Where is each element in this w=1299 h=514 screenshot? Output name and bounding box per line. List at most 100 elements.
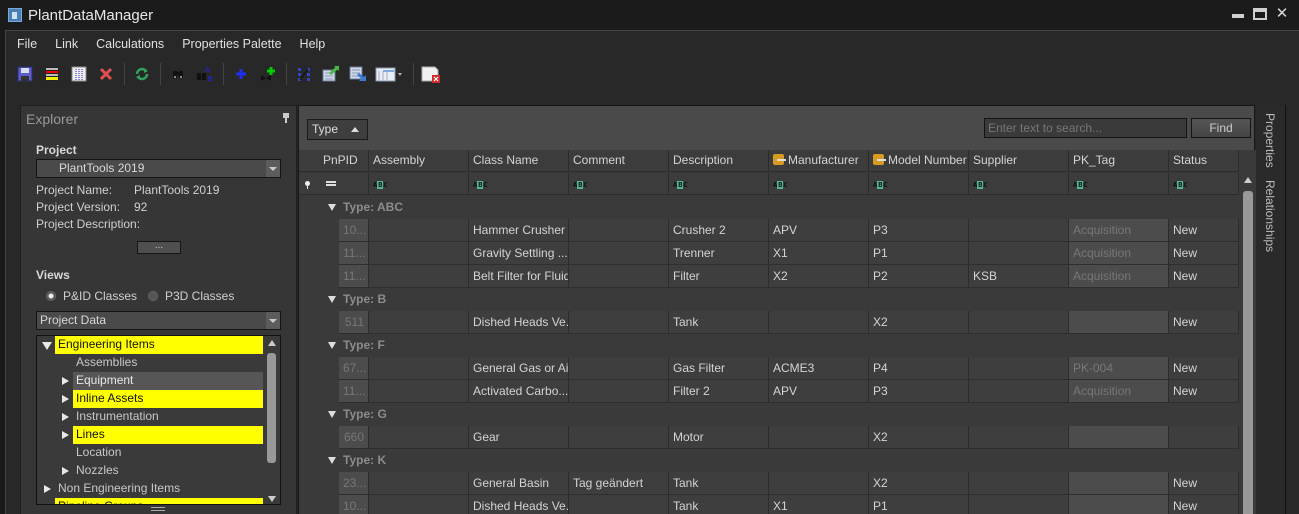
table-cell[interactable]: New bbox=[1169, 265, 1239, 288]
group-row[interactable]: Type: K bbox=[319, 449, 1239, 472]
table-cell[interactable]: Gas Filter bbox=[669, 357, 769, 380]
filter-cell[interactable]: ABC bbox=[469, 173, 569, 194]
table-cell[interactable]: Motor bbox=[669, 426, 769, 449]
table-cell[interactable]: Trenner bbox=[669, 242, 769, 265]
search-input[interactable] bbox=[984, 118, 1187, 138]
table-cell[interactable]: Tag geändert bbox=[569, 472, 669, 495]
table-cell[interactable]: P1 bbox=[869, 242, 969, 265]
table-cell[interactable] bbox=[569, 380, 669, 403]
table-cell[interactable]: 11... bbox=[339, 380, 369, 403]
table-cell[interactable]: Acquisition bbox=[1069, 380, 1169, 403]
table-cell[interactable]: New bbox=[1169, 219, 1239, 242]
filter-cell[interactable]: ABC bbox=[769, 173, 869, 194]
close-button[interactable]: ✕ bbox=[1275, 6, 1289, 21]
table-cell[interactable] bbox=[369, 472, 469, 495]
table-cell[interactable]: PK-004 bbox=[1069, 357, 1169, 380]
table-cell[interactable]: Acquisition bbox=[1069, 219, 1169, 242]
scroll-up-icon[interactable] bbox=[268, 340, 276, 346]
table-cell[interactable]: ACME3 bbox=[769, 357, 869, 380]
maximize-button[interactable] bbox=[1253, 8, 1267, 20]
column-header[interactable]: Model Number bbox=[869, 150, 969, 171]
table-cell[interactable] bbox=[969, 495, 1069, 514]
table-cell[interactable] bbox=[569, 265, 669, 288]
table-cell[interactable]: 67... bbox=[339, 357, 369, 380]
tree-scrollbar[interactable] bbox=[263, 336, 280, 504]
table-cell[interactable]: Belt Filter for Fluids bbox=[469, 265, 569, 288]
table-cell[interactable]: APV bbox=[769, 380, 869, 403]
table-cell[interactable]: 511 bbox=[339, 311, 369, 334]
column-header[interactable]: Status bbox=[1169, 150, 1239, 171]
find-button[interactable] bbox=[165, 63, 191, 85]
project-select[interactable]: PlantTools 2019 bbox=[36, 159, 281, 178]
table-cell[interactable] bbox=[569, 219, 669, 242]
table-cell[interactable]: P3 bbox=[869, 380, 969, 403]
table-cell[interactable] bbox=[369, 311, 469, 334]
group-expanded-icon[interactable] bbox=[328, 457, 336, 464]
row-colors-button[interactable] bbox=[39, 63, 65, 85]
table-cell[interactable] bbox=[369, 265, 469, 288]
table-cell[interactable]: New bbox=[1169, 311, 1239, 334]
table-cell[interactable]: 10... bbox=[339, 219, 369, 242]
filter-cell[interactable]: ABC bbox=[969, 173, 1069, 194]
link-button[interactable] bbox=[291, 63, 317, 85]
table-cell[interactable] bbox=[1069, 472, 1169, 495]
menu-link[interactable]: Link bbox=[44, 35, 85, 55]
table-row[interactable]: 11... Activated Carbo... Filter 2 APV P3 Acqu… bbox=[319, 380, 1239, 403]
data-source-select[interactable]: Project Data bbox=[36, 311, 281, 330]
table-cell[interactable]: Acquisition bbox=[1069, 242, 1169, 265]
table-cell[interactable] bbox=[969, 426, 1069, 449]
scroll-thumb[interactable] bbox=[1243, 191, 1253, 514]
table-cell[interactable]: Acquisition bbox=[1069, 265, 1169, 288]
table-cell[interactable]: X1 bbox=[769, 242, 869, 265]
tree-item-location[interactable]: Location bbox=[37, 444, 265, 462]
tree-item-instrumentation[interactable]: Instrumentation bbox=[37, 408, 265, 426]
table-cell[interactable]: Filter 2 bbox=[669, 380, 769, 403]
table-cell[interactable]: Dished Heads Ve... bbox=[469, 495, 569, 514]
scroll-down-icon[interactable] bbox=[268, 496, 276, 502]
table-row[interactable]: 67... General Gas or Ai... Gas Filter ACME3… bbox=[319, 357, 1239, 380]
table-cell[interactable] bbox=[369, 242, 469, 265]
table-cell[interactable]: Tank bbox=[669, 472, 769, 495]
table-cell[interactable]: Filter bbox=[669, 265, 769, 288]
menu-file[interactable]: File bbox=[6, 35, 44, 55]
table-cell[interactable]: New bbox=[1169, 495, 1239, 514]
view-layout-button[interactable] bbox=[372, 63, 408, 85]
filter-cell[interactable]: ABC bbox=[1069, 173, 1169, 194]
table-cell[interactable]: Activated Carbo... bbox=[469, 380, 569, 403]
table-cell[interactable] bbox=[1069, 426, 1169, 449]
filter-cell[interactable]: ABC bbox=[569, 173, 669, 194]
export-button[interactable] bbox=[318, 63, 344, 85]
column-header[interactable]: Assembly bbox=[369, 150, 469, 171]
table-cell[interactable]: P4 bbox=[869, 357, 969, 380]
menu-properties-palette[interactable]: Properties Palette bbox=[171, 35, 288, 55]
table-cell[interactable]: KSB bbox=[969, 265, 1069, 288]
column-header[interactable]: Description bbox=[669, 150, 769, 171]
menu-help[interactable]: Help bbox=[289, 35, 333, 55]
table-cell[interactable] bbox=[769, 311, 869, 334]
table-cell[interactable]: X1 bbox=[769, 495, 869, 514]
group-row[interactable]: Type: F bbox=[319, 334, 1239, 357]
table-cell[interactable]: X2 bbox=[869, 311, 969, 334]
table-cell[interactable]: X2 bbox=[769, 265, 869, 288]
table-cell[interactable] bbox=[969, 380, 1069, 403]
table-cell[interactable] bbox=[369, 380, 469, 403]
table-cell[interactable] bbox=[969, 472, 1069, 495]
table-cell[interactable] bbox=[769, 472, 869, 495]
delete-button[interactable] bbox=[93, 63, 119, 85]
filter-cell[interactable]: ABC bbox=[869, 173, 969, 194]
table-row[interactable]: 10... Hammer Crusher Crusher 2 APV P3 Acquisi… bbox=[319, 219, 1239, 242]
table-row[interactable]: 511 Dished Heads Ve... Tank X2 New bbox=[319, 311, 1239, 334]
table-cell[interactable]: General Gas or Ai... bbox=[469, 357, 569, 380]
table-cell[interactable]: Tank bbox=[669, 495, 769, 514]
table-row[interactable]: 660 Gear Motor X2 bbox=[319, 426, 1239, 449]
group-row[interactable]: Type: B bbox=[319, 288, 1239, 311]
group-row[interactable]: Type: ABC bbox=[319, 196, 1239, 219]
table-cell[interactable]: New bbox=[1169, 472, 1239, 495]
table-row[interactable]: 11... Belt Filter for Fluids Filter X2 P2 KSB… bbox=[319, 265, 1239, 288]
table-cell[interactable]: 10... bbox=[339, 495, 369, 514]
table-cell[interactable] bbox=[569, 311, 669, 334]
table-row[interactable]: 10... Dished Heads Ve... Tank X1 P1 New bbox=[319, 495, 1239, 514]
group-expanded-icon[interactable] bbox=[328, 342, 336, 349]
table-cell[interactable]: New bbox=[1169, 380, 1239, 403]
more-button[interactable]: ... bbox=[137, 241, 181, 254]
